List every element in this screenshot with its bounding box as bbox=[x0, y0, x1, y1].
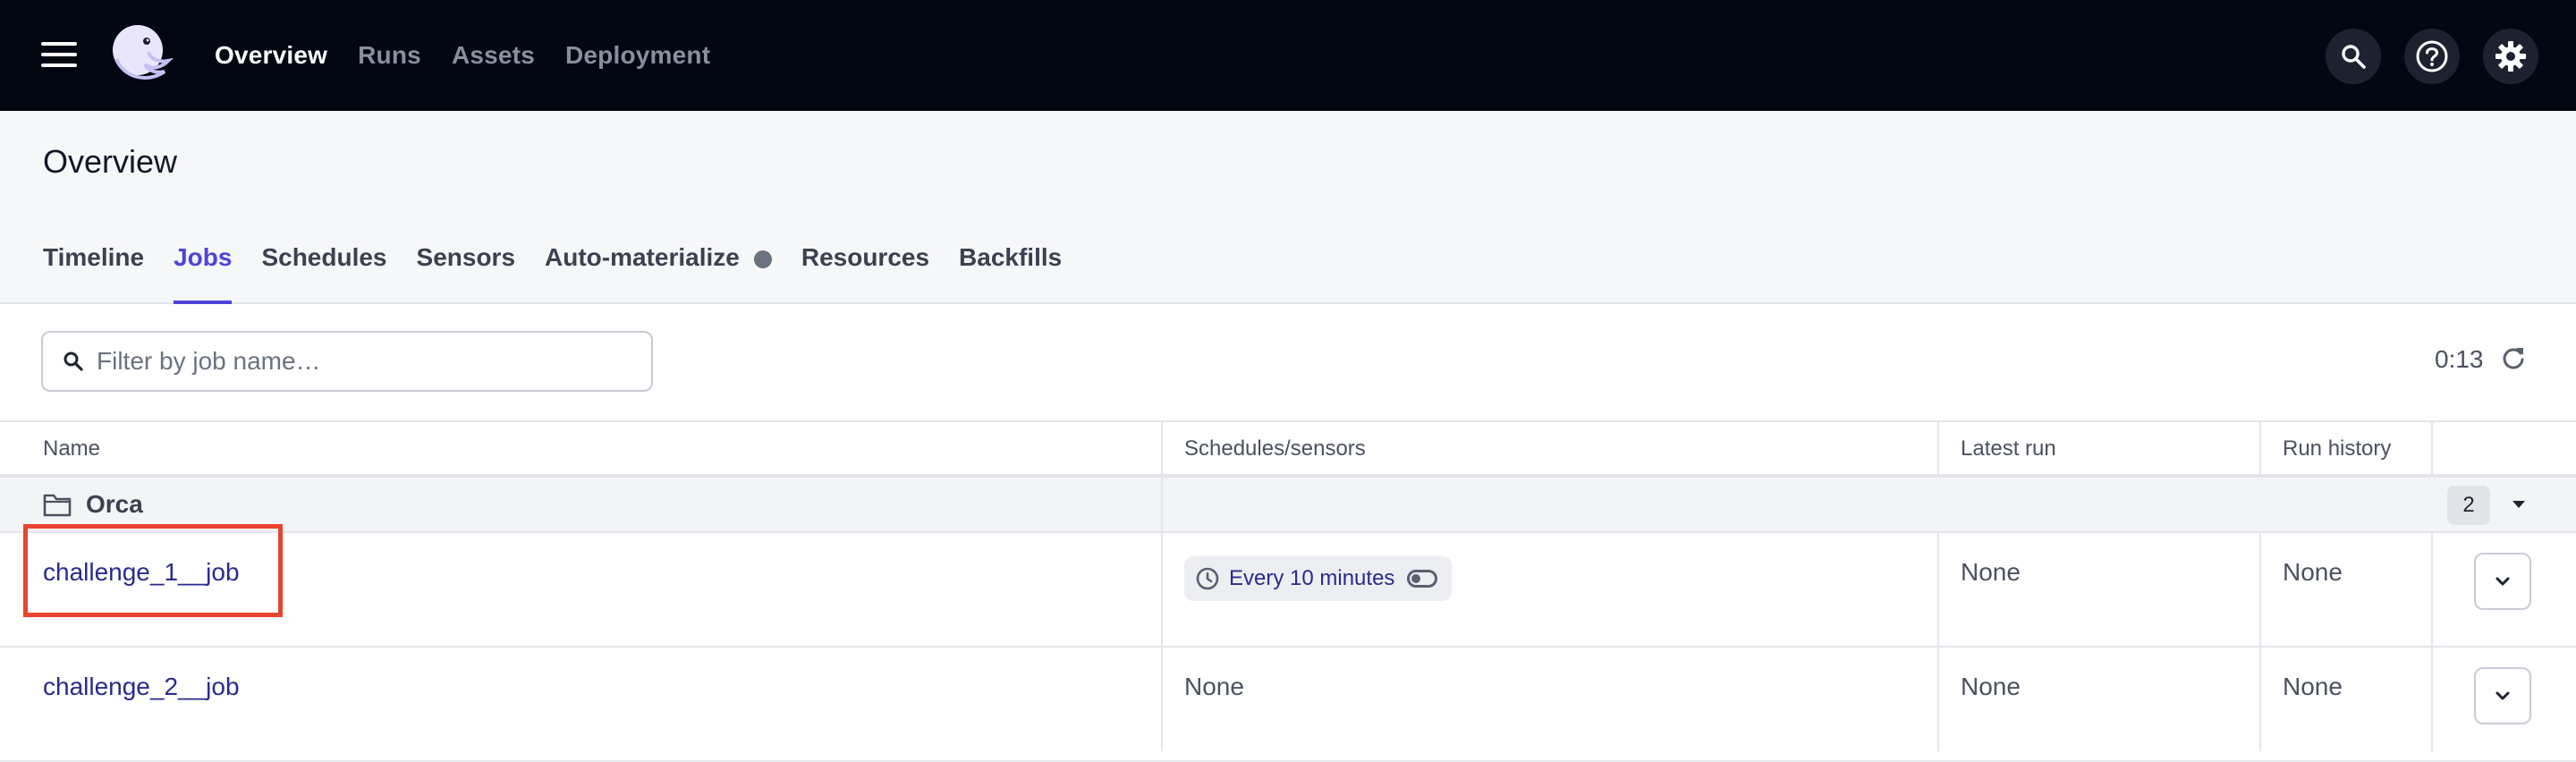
schedule-toggle[interactable] bbox=[1407, 570, 1438, 588]
table-row: challenge_2__job None None None bbox=[0, 648, 2576, 762]
overview-tabs: Timeline Jobs Schedules Sensors Auto-mat… bbox=[43, 243, 1091, 304]
column-header-latest-run: Latest run bbox=[1961, 436, 2056, 461]
tab-schedules[interactable]: Schedules bbox=[261, 243, 386, 304]
column-divider bbox=[1937, 533, 1939, 751]
tab-auto-materialize[interactable]: Auto-materialize bbox=[545, 243, 772, 304]
job-link[interactable]: challenge_2__job bbox=[43, 673, 240, 701]
column-divider bbox=[1161, 420, 1163, 751]
nav-assets[interactable]: Assets bbox=[452, 41, 535, 70]
chevron-down-icon bbox=[2496, 577, 2510, 586]
top-navigation-bar: Overview Runs Assets Deployment bbox=[0, 0, 2576, 111]
dagster-logo[interactable] bbox=[106, 20, 175, 89]
nav-overview[interactable]: Overview bbox=[215, 41, 327, 70]
group-name: Orca bbox=[86, 490, 143, 518]
job-filter-input[interactable] bbox=[97, 347, 615, 376]
job-link[interactable]: challenge_1__job bbox=[43, 558, 240, 587]
status-dot-icon bbox=[753, 250, 772, 268]
row-actions-button[interactable] bbox=[2474, 553, 2531, 610]
search-icon bbox=[64, 351, 83, 371]
search-icon bbox=[2342, 45, 2366, 69]
help-button[interactable] bbox=[2404, 29, 2460, 84]
folder-icon bbox=[43, 494, 72, 517]
row-actions-button[interactable] bbox=[2474, 667, 2531, 724]
column-divider bbox=[2431, 420, 2433, 478]
tab-jobs[interactable]: Jobs bbox=[174, 243, 233, 304]
column-divider bbox=[2259, 420, 2261, 478]
clock-icon bbox=[1196, 567, 1219, 590]
tab-timeline[interactable]: Timeline bbox=[43, 243, 144, 304]
run-history-value: None bbox=[2283, 673, 2343, 700]
group-count-badge: 2 bbox=[2447, 486, 2490, 525]
tab-backfills[interactable]: Backfills bbox=[959, 243, 1062, 304]
run-history-value: None bbox=[2283, 558, 2343, 586]
schedule-value: None bbox=[1184, 673, 1244, 700]
page-title: Overview bbox=[43, 143, 178, 180]
chevron-down-icon[interactable] bbox=[2512, 499, 2526, 510]
nav-runs[interactable]: Runs bbox=[358, 41, 421, 70]
schedule-label: Every 10 minutes bbox=[1229, 566, 1395, 590]
tab-resources[interactable]: Resources bbox=[801, 243, 929, 304]
column-header-schedules-sensors: Schedules/sensors bbox=[1184, 436, 1366, 461]
help-icon bbox=[2416, 40, 2448, 72]
refresh-icon[interactable] bbox=[2501, 345, 2526, 370]
column-divider bbox=[2431, 533, 2433, 751]
latest-run-value: None bbox=[1961, 558, 2021, 586]
menu-icon[interactable] bbox=[41, 42, 77, 67]
refresh-countdown: 0:13 bbox=[2435, 345, 2484, 373]
tab-sensors[interactable]: Sensors bbox=[417, 243, 516, 304]
settings-button[interactable] bbox=[2483, 29, 2538, 84]
column-header-name: Name bbox=[43, 436, 101, 461]
settings-gear-icon bbox=[2496, 41, 2526, 72]
job-filter-field[interactable] bbox=[41, 331, 653, 392]
schedule-tag[interactable]: Every 10 minutes bbox=[1184, 556, 1453, 601]
overview-header: Overview Timeline Jobs Schedules Sensors… bbox=[0, 111, 2576, 304]
jobs-table-header: Name Schedules/sensors Latest run Run hi… bbox=[0, 420, 2576, 478]
nav-deployment[interactable]: Deployment bbox=[565, 41, 710, 70]
table-row: challenge_1__job Every 10 minutes None N… bbox=[0, 524, 2576, 648]
tab-auto-materialize-label: Auto-materialize bbox=[545, 243, 740, 271]
column-divider bbox=[1937, 420, 1939, 478]
job-group-row[interactable]: Orca 2 bbox=[0, 478, 2576, 533]
column-header-run-history: Run history bbox=[2283, 436, 2392, 461]
latest-run-value: None bbox=[1961, 673, 2021, 700]
chevron-down-icon bbox=[2496, 691, 2510, 700]
column-divider bbox=[2259, 533, 2261, 751]
search-button[interactable] bbox=[2326, 29, 2381, 84]
